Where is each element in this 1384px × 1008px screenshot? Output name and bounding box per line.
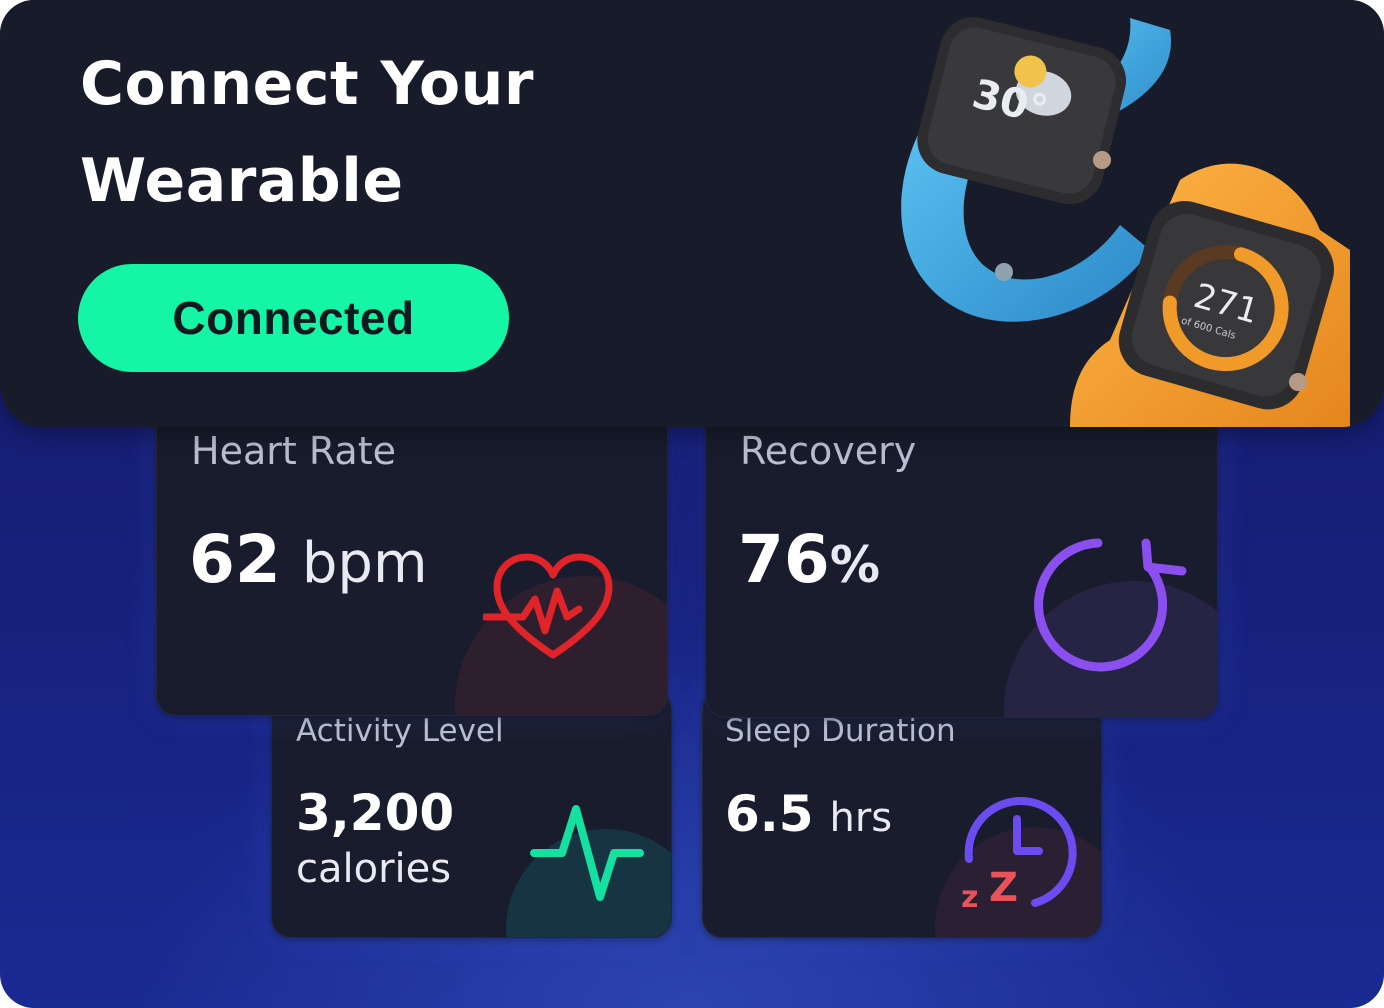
sleep-unit: hrs <box>829 795 893 841</box>
sleep-clock-icon: z Z <box>961 797 1077 913</box>
recovery-label: Recovery <box>740 429 917 473</box>
sleep-label: Sleep Duration <box>725 713 956 749</box>
pulse-icon <box>530 805 644 901</box>
heart-rate-card[interactable]: Heart Rate 62 bpm <box>156 400 668 716</box>
heart-rate-value: 62 bpm <box>189 521 428 598</box>
connected-button[interactable]: Connected <box>78 264 509 372</box>
activity-value: 3,200 calories <box>296 785 454 897</box>
sleep-value: 6.5 hrs <box>725 785 893 843</box>
banner-title: Connect Your Wearable <box>80 49 534 216</box>
app-frame: Connect Your Wearable Connected 30° 271 … <box>0 0 1384 1008</box>
recovery-value: 76% <box>738 521 880 598</box>
sleep-duration-card[interactable]: Sleep Duration 6.5 hrs z Z <box>702 690 1102 938</box>
activity-unit: calories <box>296 846 452 892</box>
connect-wearable-banner: Connect Your Wearable Connected 30° 271 … <box>0 0 1384 427</box>
activity-label: Activity Level <box>296 713 504 749</box>
heartbeat-icon <box>483 553 613 659</box>
recovery-card[interactable]: Recovery 76% <box>705 400 1218 718</box>
heart-rate-label: Heart Rate <box>191 429 396 473</box>
smartwatches-image: 30° 271 of 600 Cals <box>901 17 1350 427</box>
refresh-icon <box>1034 538 1187 672</box>
svg-text:z: z <box>961 880 978 913</box>
heart-rate-unit: bpm <box>301 531 428 596</box>
activity-level-card[interactable]: Activity Level 3,200 calories <box>271 690 672 938</box>
recovery-unit: % <box>829 536 880 594</box>
svg-text:Z: Z <box>989 865 1018 911</box>
